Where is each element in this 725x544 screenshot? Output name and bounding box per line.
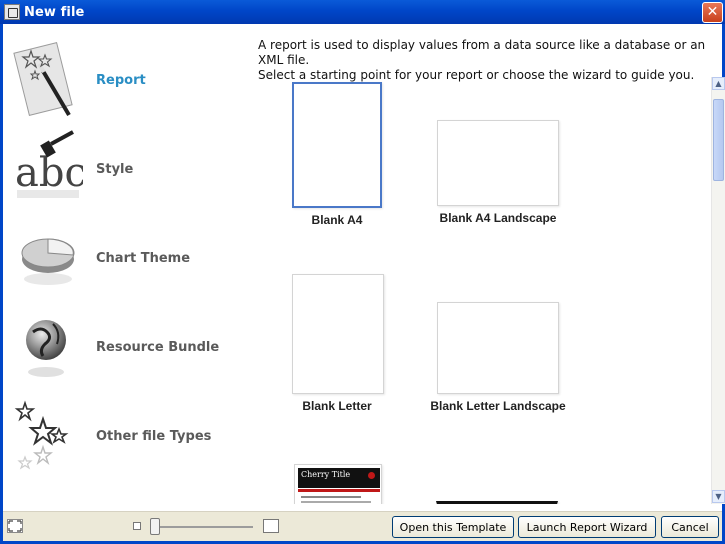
category-chart-theme[interactable]: Chart Theme — [3, 214, 253, 303]
template-thumbnail — [437, 120, 559, 206]
template-gallery: Blank A4 Blank A4 Landscape Blank Letter… — [258, 77, 713, 504]
template-blank-letter[interactable]: Blank Letter — [292, 274, 384, 413]
category-other-file-types[interactable]: Other file Types — [3, 392, 253, 481]
cherry-icon — [368, 472, 375, 479]
cherry-header: Cherry Title — [298, 468, 380, 488]
zoom-small-icon — [133, 522, 141, 530]
template-blank-a4[interactable]: Blank A4 — [292, 82, 382, 227]
template-label: Blank Letter — [302, 399, 372, 413]
category-label: Resource Bundle — [96, 340, 220, 355]
expand-icon[interactable] — [7, 519, 23, 533]
pie-chart-icon — [13, 219, 83, 299]
template-cherry[interactable]: Cherry Title — [294, 464, 382, 504]
zoom-large-icon — [263, 519, 279, 533]
template-thumbnail — [292, 274, 384, 394]
category-label: Other file Types — [96, 429, 212, 444]
launch-wizard-button[interactable]: Launch Report Wizard — [518, 516, 656, 538]
cherry-title: Cherry Title — [301, 470, 351, 479]
template-partial[interactable] — [436, 501, 558, 504]
template-thumbnail — [437, 302, 559, 394]
cancel-button[interactable]: Cancel — [661, 516, 719, 538]
category-report[interactable]: Report — [3, 36, 253, 125]
template-label: Blank A4 Landscape — [439, 211, 557, 225]
magic-wand-icon — [13, 41, 83, 121]
globe-icon — [13, 308, 83, 388]
category-resource-bundle[interactable]: Resource Bundle — [3, 303, 253, 392]
zoom-slider-handle[interactable] — [150, 518, 160, 535]
bottom-bar: Open this Template Launch Report Wizard … — [3, 511, 722, 541]
stars-icon — [13, 397, 83, 477]
description-line-1: A report is used to display values from … — [258, 38, 706, 67]
gallery-scrollbar[interactable]: ▲ ▼ — [711, 77, 725, 504]
app-icon — [4, 4, 20, 20]
template-thumbnail — [292, 82, 382, 208]
category-label: Style — [96, 162, 134, 177]
zoom-slider-track[interactable] — [153, 526, 253, 528]
template-thumbnail: Cherry Title — [294, 464, 382, 504]
scroll-up-button[interactable]: ▲ — [712, 77, 725, 90]
template-blank-letter-landscape[interactable]: Blank Letter Landscape — [423, 302, 573, 413]
close-button[interactable]: ✕ — [702, 2, 723, 23]
title-bar: New file ✕ — [0, 0, 725, 24]
category-label: Chart Theme — [96, 251, 191, 266]
template-label: Blank Letter Landscape — [430, 399, 566, 413]
template-thumbnail — [436, 501, 558, 504]
template-label: Blank A4 — [311, 213, 363, 227]
svg-text:abc: abc — [15, 150, 83, 196]
category-list: Report abc Style Chart Theme Resource Bu… — [3, 24, 253, 511]
open-template-button[interactable]: Open this Template — [392, 516, 514, 538]
template-blank-a4-landscape[interactable]: Blank A4 Landscape — [428, 120, 568, 225]
category-style[interactable]: abc Style — [3, 125, 253, 214]
scroll-down-button[interactable]: ▼ — [712, 490, 725, 503]
abc-style-icon: abc — [13, 129, 87, 210]
category-label: Report — [96, 73, 146, 88]
window-title: New file — [24, 4, 85, 20]
scroll-thumb[interactable] — [713, 99, 724, 181]
